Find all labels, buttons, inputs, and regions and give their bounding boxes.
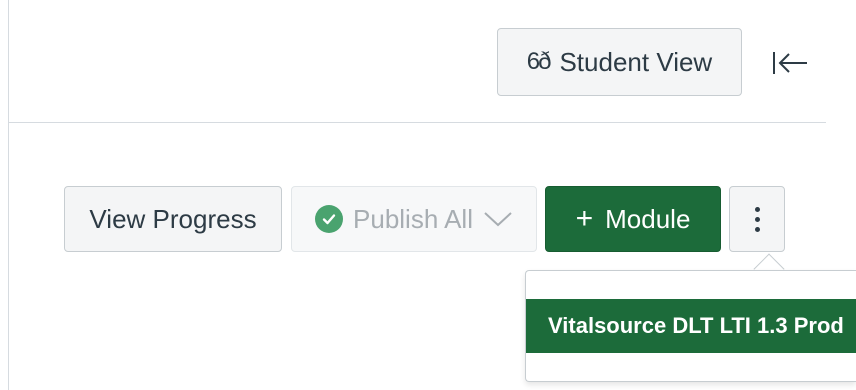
modules-page: 6ð Student View View Progress Publish Al… <box>0 0 856 390</box>
chevron-down-icon <box>484 212 512 227</box>
check-circle-icon <box>315 205 344 233</box>
more-options-menu: Vitalsource DLT LTI 1.3 Prod <box>525 270 856 382</box>
student-view-label: Student View <box>559 47 713 77</box>
student-view-button[interactable]: 6ð Student View <box>497 28 742 96</box>
kebab-dot <box>754 216 760 222</box>
collapse-sidebar-button[interactable] <box>768 44 812 82</box>
add-module-button[interactable]: + Module <box>545 186 721 252</box>
eyes-icon: 6ð <box>526 48 552 75</box>
collapse-left-icon <box>773 52 807 74</box>
left-divider <box>8 0 9 390</box>
kebab-dot <box>754 206 760 212</box>
publish-all-button[interactable]: Publish All <box>291 186 537 252</box>
menu-item-vitalsource[interactable]: Vitalsource DLT LTI 1.3 Prod <box>526 299 856 353</box>
add-module-label: Module <box>605 204 691 234</box>
more-options-button[interactable] <box>729 186 785 252</box>
plus-icon: + <box>575 202 594 235</box>
publish-all-label: Publish All <box>353 204 473 234</box>
view-progress-button[interactable]: View Progress <box>64 186 282 252</box>
header-divider <box>8 122 826 123</box>
kebab-dot <box>754 226 760 232</box>
